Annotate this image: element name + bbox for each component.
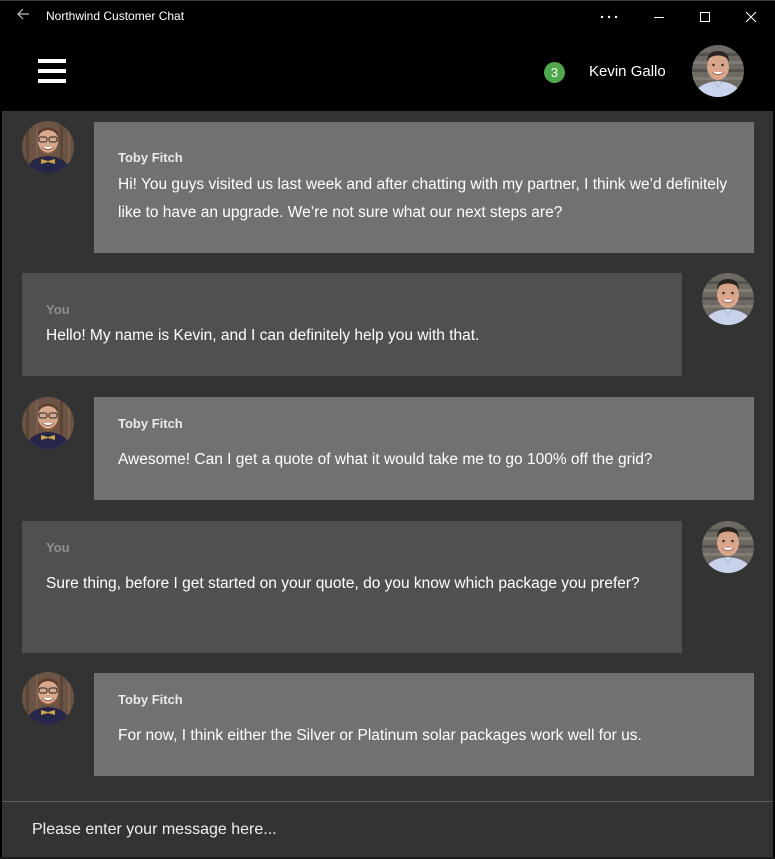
window-title: Northwind Customer Chat xyxy=(46,9,185,23)
message-composer xyxy=(2,802,773,857)
minimize-icon xyxy=(654,17,664,18)
more-options-icon xyxy=(600,15,618,19)
app-header: 3 Kevin Gallo xyxy=(0,32,775,111)
close-button[interactable] xyxy=(728,1,774,33)
contact-avatar xyxy=(22,397,74,449)
message-bubble: You Sure thing, before I get started on … xyxy=(22,521,682,653)
user-avatar xyxy=(702,273,754,325)
contact-avatar xyxy=(22,121,74,173)
contact-avatar xyxy=(22,672,74,724)
message-bubble: Toby Fitch For now, I think either the S… xyxy=(94,673,754,776)
current-user-name: Kevin Gallo xyxy=(589,63,666,80)
message-text: Hi! You guys visited us last week and af… xyxy=(118,176,728,221)
more-options-button[interactable] xyxy=(586,1,632,33)
minimize-button[interactable] xyxy=(636,1,682,33)
current-user-avatar[interactable] xyxy=(692,45,744,97)
message-item: Toby Fitch Awesome! Can I get a quote of… xyxy=(2,386,773,506)
message-item: Toby Fitch Hi! You guys visited us last … xyxy=(2,111,773,261)
maximize-icon xyxy=(700,12,710,22)
maximize-button[interactable] xyxy=(682,1,728,33)
message-sender: You xyxy=(46,302,70,317)
notification-badge[interactable]: 3 xyxy=(544,62,565,83)
close-icon xyxy=(745,11,757,23)
message-sender: Toby Fitch xyxy=(118,416,183,431)
message-text: Awesome! Can I get a quote of what it wo… xyxy=(118,451,653,468)
user-avatar xyxy=(702,521,754,573)
message-bubble: Toby Fitch Awesome! Can I get a quote of… xyxy=(94,397,754,500)
message-item: Toby Fitch For now, I think either the S… xyxy=(2,662,773,782)
back-arrow-icon[interactable] xyxy=(14,7,32,25)
hamburger-menu-icon-bar xyxy=(38,69,66,73)
message-bubble: Toby Fitch Hi! You guys visited us last … xyxy=(94,122,754,253)
hamburger-menu-button[interactable] xyxy=(36,57,68,85)
message-sender: You xyxy=(46,540,70,555)
message-text: Hello! My name is Kevin, and I can defin… xyxy=(46,327,480,344)
message-item: You Sure thing, before I get started on … xyxy=(2,511,773,661)
message-input[interactable] xyxy=(2,802,773,857)
message-text: Sure thing, before I get started on your… xyxy=(46,575,640,592)
title-bar: Northwind Customer Chat xyxy=(0,0,775,32)
message-text: For now, I think either the Silver or Pl… xyxy=(118,727,642,744)
hamburger-menu-icon-bar xyxy=(38,59,66,63)
message-bubble: You Hello! My name is Kevin, and I can d… xyxy=(22,273,682,376)
hamburger-menu-icon-bar xyxy=(38,79,66,83)
chat-message-list[interactable]: Toby Fitch Hi! You guys visited us last … xyxy=(2,111,773,801)
message-sender: Toby Fitch xyxy=(118,150,183,165)
message-item: You Hello! My name is Kevin, and I can d… xyxy=(2,261,773,381)
message-sender: Toby Fitch xyxy=(118,692,183,707)
